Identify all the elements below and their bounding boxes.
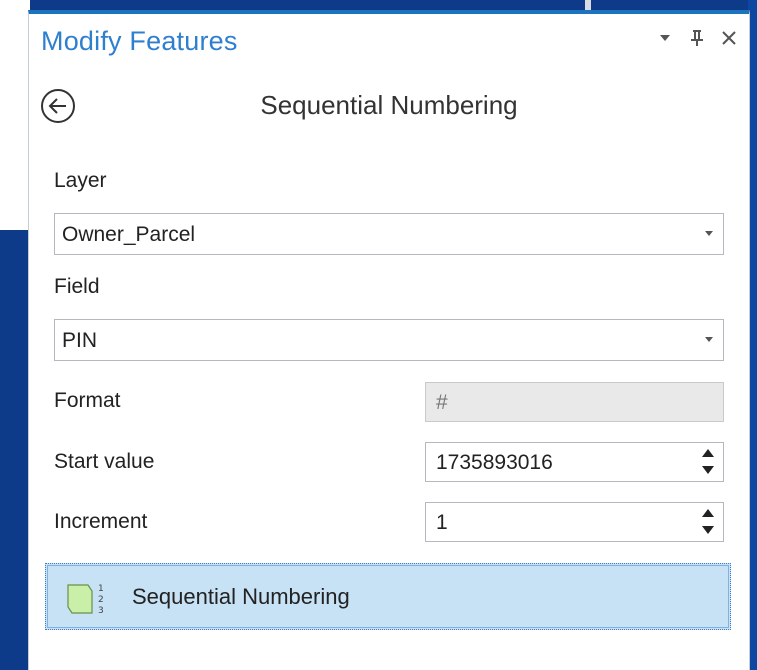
increment-label: Increment <box>54 510 148 533</box>
spin-up-icon[interactable] <box>702 449 714 457</box>
start-value: 1735893016 <box>436 451 553 474</box>
chevron-down-icon <box>705 231 713 236</box>
layer-dropdown[interactable]: Owner_Parcel <box>54 213 724 255</box>
start-value-input[interactable]: 1735893016 <box>425 442 724 482</box>
increment-stepper[interactable] <box>701 509 715 535</box>
field-dropdown[interactable]: PIN <box>54 319 724 361</box>
pane-title: Modify Features <box>41 26 238 56</box>
sequential-numbering-icon: 1 2 3 <box>66 581 108 617</box>
svg-text:1: 1 <box>98 584 104 594</box>
layer-value: Owner_Parcel <box>62 223 196 246</box>
sequential-numbering-tool-item[interactable]: 1 2 3 Sequential Numbering <box>45 563 731 630</box>
tool-title: Sequential Numbering <box>260 90 518 120</box>
increment-input[interactable]: 1 <box>425 502 724 542</box>
format-field: # <box>425 382 724 422</box>
field-label: Field <box>54 275 100 298</box>
pin-icon[interactable] <box>687 28 707 48</box>
spin-up-icon[interactable] <box>702 509 714 517</box>
format-value: # <box>436 391 448 414</box>
layer-label: Layer <box>54 169 107 192</box>
spin-down-icon[interactable] <box>702 526 714 534</box>
start-value-label: Start value <box>54 450 155 473</box>
format-label: Format <box>54 389 121 412</box>
increment-value: 1 <box>436 511 448 534</box>
tool-item-label: Sequential Numbering <box>132 584 350 609</box>
dropdown-arrow-icon[interactable] <box>655 28 675 48</box>
chevron-down-icon <box>705 337 713 342</box>
background-window <box>0 0 30 230</box>
close-icon[interactable] <box>719 28 739 48</box>
svg-text:3: 3 <box>98 606 104 616</box>
field-value: PIN <box>62 329 98 352</box>
svg-text:2: 2 <box>98 595 104 605</box>
start-value-stepper[interactable] <box>701 449 715 475</box>
pane-controls <box>655 28 739 48</box>
spin-down-icon[interactable] <box>702 466 714 474</box>
modify-features-pane: Modify Features Sequential Numbering Lay… <box>28 10 750 670</box>
